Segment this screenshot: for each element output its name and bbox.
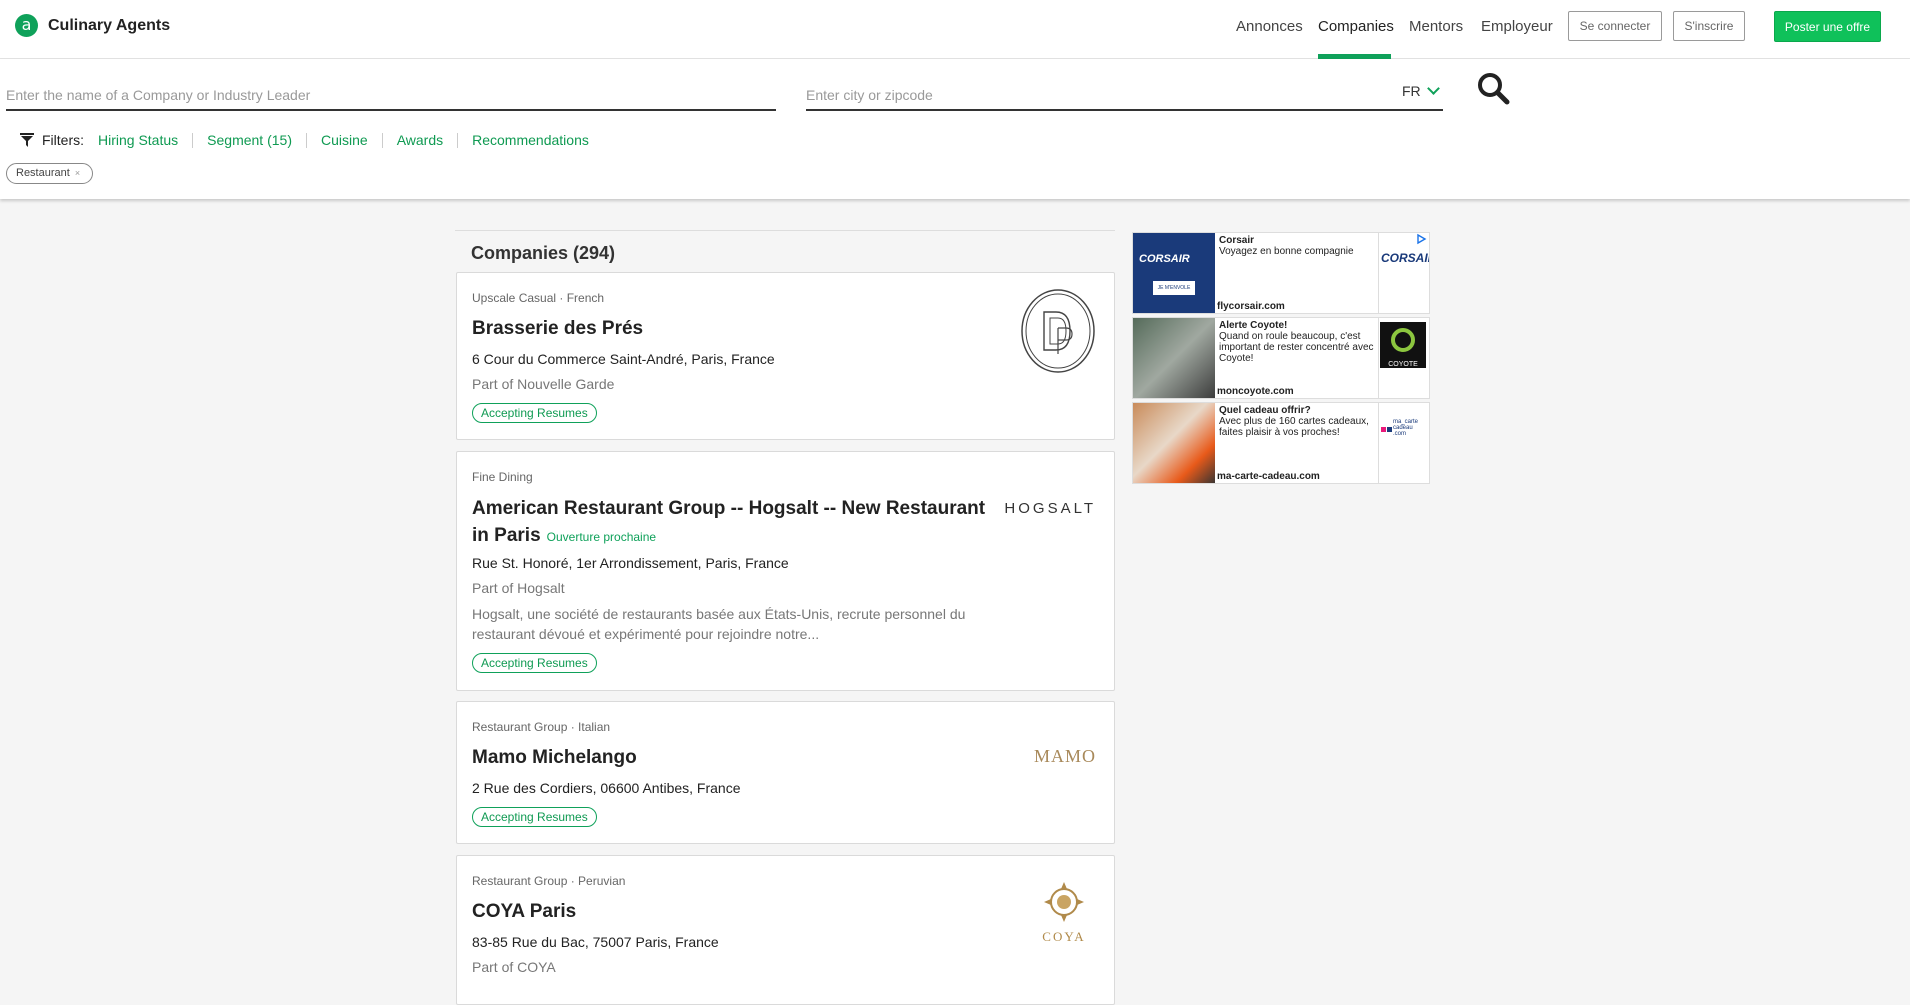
filters-bar: Filters: Hiring Status Segment (15) Cuis… (20, 132, 603, 148)
post-job-button[interactable]: Poster une offre (1774, 11, 1881, 42)
corsair-ad-image: CORSAIR JE M'ENVOLE (1133, 233, 1215, 313)
ad-body: Voyagez en bonne compagnie (1219, 246, 1354, 257)
top-navigation-bar: a Culinary Agents Annonces Companies Men… (0, 0, 1910, 59)
coya-logo: COYA (1032, 880, 1096, 945)
ad-text: Alerte Coyote! Quand on roule beaucoup, … (1219, 320, 1379, 364)
nav-mentors[interactable]: Mentors (1409, 18, 1463, 35)
coyote-ad-image (1133, 318, 1215, 398)
filter-icon (20, 133, 34, 147)
ad-url[interactable]: moncoyote.com (1217, 386, 1294, 397)
chip-label: Restaurant (16, 167, 70, 179)
location-search-input[interactable] (806, 81, 1366, 103)
ad-corsair[interactable]: CORSAIR JE M'ENVOLE Corsair Voyagez en b… (1132, 232, 1430, 314)
location-search-field (806, 81, 1443, 111)
carte-cadeau-logo-text: ma_carte cadeau .com (1393, 419, 1419, 437)
carte-cadeau-logo: ma_carte cadeau .com (1378, 403, 1428, 483)
hogsalt-logo: HOGSALT (1004, 500, 1096, 517)
coyote-logo-text: COYOTE (1388, 361, 1418, 368)
filter-hiring-status[interactable]: Hiring Status (98, 132, 194, 148)
country-value: FR (1402, 83, 1421, 99)
corsair-logo-text: CORSAIR (1381, 251, 1429, 265)
brasserie-logo-icon (1021, 289, 1095, 373)
coyote-logo-icon (1391, 328, 1415, 352)
nav-companies[interactable]: Companies (1318, 18, 1394, 35)
coya-logo-text: COYA (1042, 929, 1086, 944)
company-address: 2 Rue des Cordiers, 06600 Antibes, Franc… (472, 780, 741, 796)
filter-cuisine[interactable]: Cuisine (307, 132, 383, 148)
search-icon (1478, 73, 1510, 105)
search-button[interactable] (1476, 71, 1512, 107)
signup-button[interactable]: S'inscrire (1673, 11, 1745, 41)
corsair-ad-image-logo: CORSAIR (1139, 253, 1190, 265)
ad-body: Quand on roule beaucoup, c'est important… (1219, 331, 1374, 364)
company-search-input[interactable] (6, 81, 776, 103)
company-meta: Restaurant Group · Peruvian (472, 874, 626, 888)
login-button[interactable]: Se connecter (1568, 11, 1662, 41)
ad-body: Avec plus de 160 cartes cadeaux, faites … (1219, 416, 1369, 438)
brand-name: Culinary Agents (48, 16, 171, 34)
opening-soon-tag: Ouverture prochaine (546, 530, 657, 544)
company-name[interactable]: Mamo Michelango (472, 744, 1002, 771)
company-parent[interactable]: Part of COYA (472, 959, 556, 975)
company-name[interactable]: American Restaurant Group -- Hogsalt -- … (472, 495, 1002, 551)
company-address: 6 Cour du Commerce Saint-André, Paris, F… (472, 351, 775, 367)
mamo-logo: MAMO (1033, 746, 1096, 766)
search-panel: FR Filters: Hiring Status Segment (15) C… (0, 59, 1910, 199)
corsair-ad-image-button: JE M'ENVOLE (1153, 281, 1195, 295)
culinary-agents-logo-icon: a (15, 14, 38, 37)
coyote-logo: COYOTE (1378, 318, 1428, 398)
company-name[interactable]: Brasserie des Prés (472, 315, 1002, 342)
company-description: Hogsalt, une société de restaurants basé… (472, 606, 966, 642)
remove-chip-icon[interactable]: × (75, 164, 80, 183)
coya-emblem-icon (1044, 882, 1084, 922)
ad-url[interactable]: ma-carte-cadeau.com (1217, 471, 1320, 482)
status-badge: Accepting Resumes (472, 403, 597, 423)
status-badge: Accepting Resumes (472, 807, 597, 827)
companies-heading: Companies (294) (455, 230, 1115, 270)
company-card[interactable]: Restaurant Group · Italian Mamo Michelan… (456, 701, 1115, 844)
nav-employeur[interactable]: Employeur (1481, 18, 1553, 35)
adchoices-icon[interactable] (1415, 233, 1427, 245)
status-badge: Accepting Resumes (472, 653, 597, 673)
company-parent[interactable]: Part of Hogsalt (472, 580, 565, 596)
ad-url[interactable]: flycorsair.com (1217, 301, 1285, 312)
company-address: Rue St. Honoré, 1er Arrondissement, Pari… (472, 555, 789, 571)
brand[interactable]: a Culinary Agents (15, 14, 170, 37)
ad-title: Corsair (1219, 235, 1255, 246)
ad-coyote[interactable]: Alerte Coyote! Quand on roule beaucoup, … (1132, 317, 1430, 399)
company-meta: Upscale Casual · French (472, 291, 605, 305)
carte-cadeau-ad-image (1133, 403, 1215, 483)
nav-annonces[interactable]: Annonces (1236, 18, 1303, 35)
company-name[interactable]: COYA Paris (472, 898, 1002, 925)
ad-text: Corsair Voyagez en bonne compagnie (1219, 235, 1379, 257)
company-card[interactable]: Fine Dining American Restaurant Group --… (456, 451, 1115, 691)
company-card[interactable]: Upscale Casual · French Brasserie des Pr… (456, 272, 1115, 440)
company-meta: Fine Dining (472, 470, 533, 484)
filters-label: Filters: (42, 132, 84, 148)
filter-segment[interactable]: Segment (15) (193, 132, 307, 148)
country-select[interactable]: FR (1402, 82, 1440, 99)
chevron-down-icon (1426, 82, 1440, 95)
ad-title: Alerte Coyote! (1219, 320, 1288, 331)
ad-carte-cadeau[interactable]: Quel cadeau offrir? Avec plus de 160 car… (1132, 402, 1430, 484)
filter-recommendations[interactable]: Recommendations (458, 132, 603, 148)
company-card[interactable]: Restaurant Group · Peruvian COYA Paris 8… (456, 855, 1115, 1005)
ad-title: Quel cadeau offrir? (1219, 405, 1311, 416)
company-search-field (6, 81, 776, 111)
company-address: 83-85 Rue du Bac, 75007 Paris, France (472, 934, 719, 950)
company-parent[interactable]: Part of Nouvelle Garde (472, 376, 614, 392)
active-filter-chip[interactable]: Restaurant × (6, 163, 94, 184)
ad-text: Quel cadeau offrir? Avec plus de 160 car… (1219, 405, 1379, 438)
company-meta: Restaurant Group · Italian (472, 720, 611, 734)
filter-awards[interactable]: Awards (383, 132, 459, 148)
companies-list: Companies (294) Upscale Casual · French … (455, 230, 1115, 1005)
corsair-logo: CORSAIR (1378, 233, 1429, 313)
